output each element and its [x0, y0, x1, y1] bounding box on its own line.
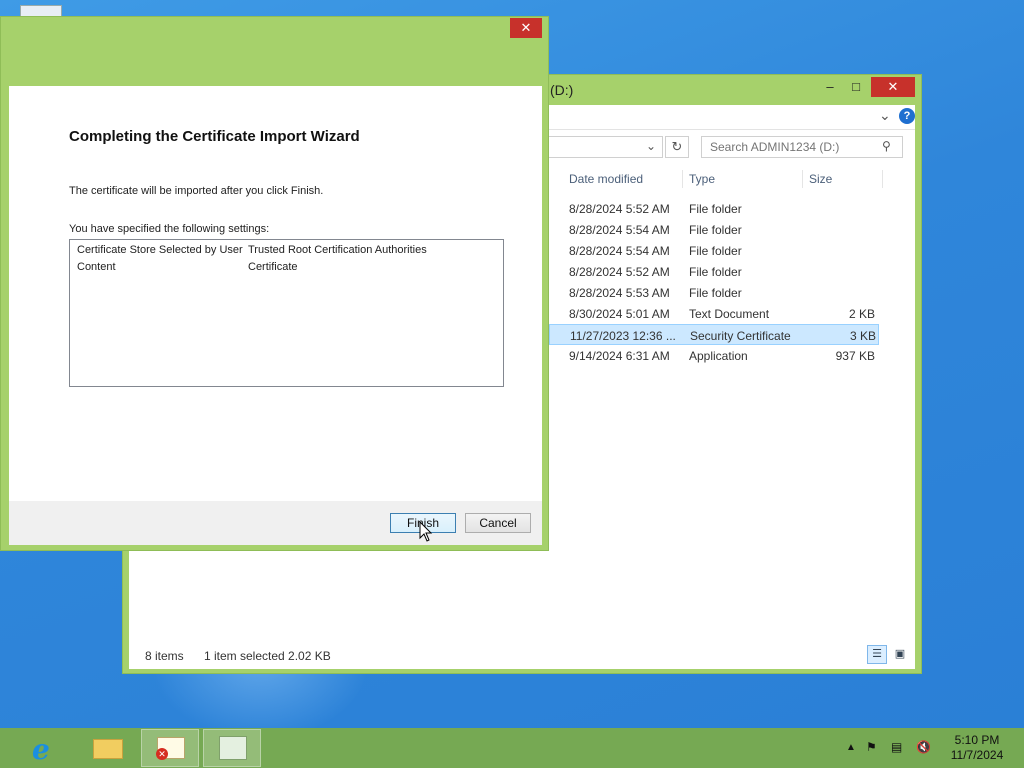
taskbar-certificate-button[interactable]: ✕ — [141, 729, 199, 767]
row-type: File folder — [689, 244, 742, 258]
table-row[interactable]: 8/28/2024 5:52 AM File folder — [549, 261, 879, 282]
taskbar-ie-button[interactable]: e — [16, 729, 74, 767]
volume-muted-icon[interactable]: 🔇 — [916, 740, 931, 754]
row-date: 9/14/2024 6:31 AM — [569, 349, 670, 363]
wizard-body: Completing the Certificate Import Wizard… — [9, 86, 542, 501]
clock-date: 11/7/2024 — [950, 748, 1004, 762]
mouse-cursor-icon — [419, 521, 433, 542]
clock-time: 5:10 PM — [954, 733, 1000, 747]
chevron-down-icon[interactable]: ⌄ — [646, 139, 656, 153]
row-date: 8/28/2024 5:54 AM — [569, 223, 670, 237]
row-date: 8/30/2024 5:01 AM — [569, 307, 670, 321]
list-item[interactable]: Certificate Store Selected by User Trust… — [70, 242, 500, 259]
row-size: 937 KB — [835, 349, 875, 363]
action-center-flag-icon[interactable]: ⚑ — [866, 740, 877, 754]
details-view-icon[interactable]: ☰ — [867, 645, 887, 664]
row-date: 8/28/2024 5:52 AM — [569, 202, 670, 216]
row-size: 3 KB — [849, 329, 876, 343]
column-size[interactable]: Size — [809, 172, 832, 186]
row-type: Text Document — [689, 307, 770, 321]
setting-value: Certificate — [248, 261, 298, 273]
search-icon[interactable]: ⚲ — [882, 139, 891, 153]
status-bar: 8 items 1 item selected 2.02 KB ☰ ▣ — [129, 642, 915, 669]
network-icon[interactable]: ▤ — [891, 740, 902, 754]
column-divider[interactable] — [882, 170, 883, 188]
wizard-description: The certificate will be imported after y… — [69, 185, 324, 197]
row-type: File folder — [689, 286, 742, 300]
expand-ribbon-chevron-icon[interactable]: ⌄ — [879, 107, 891, 124]
column-divider[interactable] — [802, 170, 803, 188]
selection-info: 1 item selected 2.02 KB — [204, 649, 331, 663]
certificate-import-wizard: ✕ Completing the Certificate Import Wiza… — [0, 16, 549, 551]
row-type: File folder — [689, 202, 742, 216]
explorer-title: (D:) — [550, 82, 574, 98]
row-type: Application — [689, 349, 748, 363]
row-date: 8/28/2024 5:54 AM — [569, 244, 670, 258]
search-box[interactable]: ⚲ — [701, 136, 903, 158]
item-count: 8 items — [145, 649, 184, 663]
setting-key: Certificate Store Selected by User — [77, 244, 243, 256]
settings-label: You have specified the following setting… — [69, 223, 270, 235]
table-row[interactable]: 8/28/2024 5:54 AM File folder — [549, 219, 879, 240]
file-explorer-icon — [93, 739, 123, 759]
table-row-selected[interactable]: 11/27/2023 12:36 ... Security Certificat… — [549, 324, 879, 345]
page-title: Completing the Certificate Import Wizard — [69, 128, 360, 145]
row-date: 8/28/2024 5:52 AM — [569, 265, 670, 279]
taskbar-wizard-button[interactable] — [203, 729, 261, 767]
maximize-button[interactable]: □ — [843, 77, 869, 97]
minimize-button[interactable]: – — [817, 77, 843, 97]
help-icon[interactable]: ? — [899, 108, 915, 124]
table-row[interactable]: 8/30/2024 5:01 AM Text Document 2 KB — [549, 303, 879, 324]
column-type[interactable]: Type — [689, 172, 715, 186]
row-type: File folder — [689, 223, 742, 237]
setting-key: Content — [77, 261, 116, 273]
clock[interactable]: 5:10 PM 11/7/2024 — [946, 733, 1008, 763]
internet-explorer-icon: e — [32, 733, 50, 766]
show-hidden-icons-icon[interactable]: ▲ — [846, 742, 856, 753]
row-type: File folder — [689, 265, 742, 279]
table-row[interactable]: 8/28/2024 5:52 AM File folder — [549, 198, 879, 219]
taskbar-explorer-button[interactable] — [79, 729, 137, 767]
row-date: 11/27/2023 12:36 ... — [570, 329, 676, 343]
row-date: 8/28/2024 5:53 AM — [569, 286, 670, 300]
taskbar: e ✕ ▲ ⚑ ▤ 🔇 5:10 PM 11/7/2024 — [0, 728, 1024, 768]
wizard-footer: Finish Cancel — [9, 501, 542, 545]
search-input[interactable] — [708, 139, 882, 155]
row-size: 2 KB — [848, 307, 875, 321]
cancel-button[interactable]: Cancel — [465, 513, 531, 533]
list-item[interactable]: Content Certificate — [70, 259, 500, 276]
column-divider[interactable] — [682, 170, 683, 188]
table-row[interactable]: 9/14/2024 6:31 AM Application 937 KB — [549, 345, 879, 366]
row-type: Security Certificate — [690, 329, 791, 343]
setting-value: Trusted Root Certification Authorities — [248, 244, 427, 256]
table-row[interactable]: 8/28/2024 5:54 AM File folder — [549, 240, 879, 261]
refresh-icon[interactable]: ↻ — [665, 136, 689, 158]
close-button[interactable]: ✕ — [510, 18, 542, 38]
large-icons-view-icon[interactable]: ▣ — [891, 645, 909, 664]
column-date-modified[interactable]: Date modified — [569, 172, 643, 186]
error-badge-icon: ✕ — [156, 748, 168, 760]
close-button[interactable]: ✕ — [871, 77, 915, 97]
settings-list[interactable]: Certificate Store Selected by User Trust… — [69, 239, 504, 387]
table-row[interactable]: 8/28/2024 5:53 AM File folder — [549, 282, 879, 303]
import-wizard-icon — [219, 736, 247, 760]
